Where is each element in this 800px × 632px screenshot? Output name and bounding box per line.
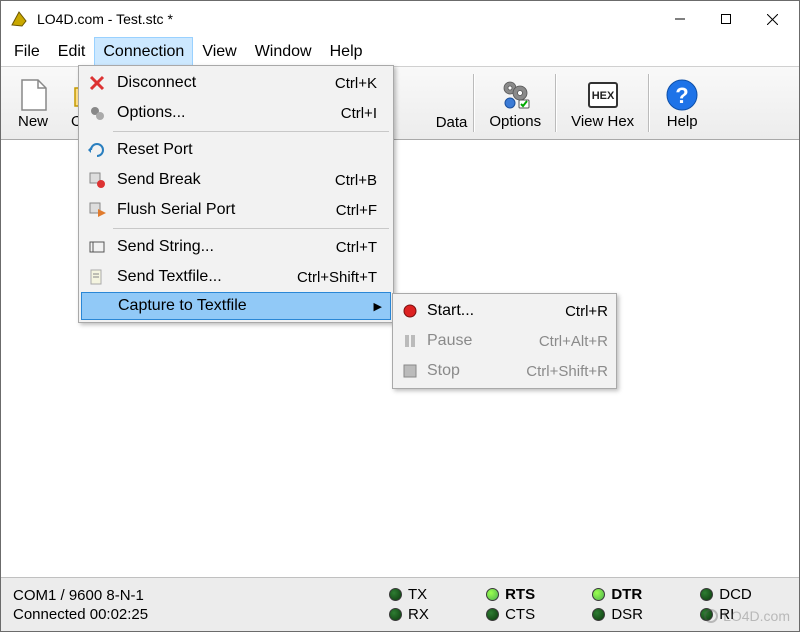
led-dcd: DCD [700,586,791,603]
led-indicator [389,608,402,621]
maximize-button[interactable] [703,4,749,34]
hex-icon: HEX [585,77,621,113]
led-tx: TX [389,586,468,603]
options-icon [85,101,109,125]
window-title: LO4D.com - Test.stc * [37,11,657,27]
menu-flush-port[interactable]: Flush Serial Port Ctrl+F [81,195,391,225]
toolbar-separator [473,74,475,132]
menu-connection[interactable]: Connection [94,37,193,66]
menu-edit[interactable]: Edit [49,37,95,66]
led-ri: RI [700,606,791,623]
led-indicator [486,588,499,601]
led-dtr[interactable]: DTR [592,586,682,603]
submenu-pause: Pause Ctrl+Alt+R [395,326,614,356]
toolbar-viewhex[interactable]: HEX View Hex [563,70,642,136]
led-indicator [700,588,713,601]
pause-icon [399,330,421,352]
toolbar-new[interactable]: New [7,70,59,136]
status-leds: TX RTS DTR DCD RX CTS DSR RI [389,586,791,623]
toolbar-help[interactable]: ? Help [656,70,708,136]
file-new-icon [15,77,51,113]
toolbar-help-label: Help [667,113,698,130]
submenu-stop: Stop Ctrl+Shift+R [395,356,614,386]
capture-submenu: Start... Ctrl+R Pause Ctrl+Alt+R Stop Ct… [392,293,617,389]
help-icon: ? [664,77,700,113]
menubar: File Edit Connection View Window Help [1,37,799,66]
stop-icon [399,360,421,382]
connection-dropdown: Disconnect Ctrl+K Options... Ctrl+I Rese… [78,65,394,323]
menu-separator [113,228,389,229]
minimize-button[interactable] [657,4,703,34]
send-string-icon [85,235,109,259]
led-rts[interactable]: RTS [486,586,574,603]
menu-send-string[interactable]: Send String... Ctrl+T [81,232,391,262]
led-indicator [700,608,713,621]
led-rx: RX [389,606,468,623]
toolbar-new-label: New [18,113,48,130]
submenu-start[interactable]: Start... Ctrl+R [395,296,614,326]
menu-send-textfile[interactable]: Send Textfile... Ctrl+Shift+T [81,262,391,292]
statusbar: COM1 / 9600 8-N-1 Connected 00:02:25 TX … [1,577,799,631]
reset-port-icon [85,138,109,162]
toolbar-data-label-peek: Data [436,114,468,131]
svg-text:HEX: HEX [591,90,614,102]
svg-text:?: ? [675,83,688,108]
status-connected-time: Connected 00:02:25 [13,606,389,623]
options-gears-icon [497,77,533,113]
menu-send-break[interactable]: Send Break Ctrl+B [81,165,391,195]
titlebar: LO4D.com - Test.stc * [1,1,799,37]
send-textfile-icon [85,265,109,289]
send-break-icon [85,168,109,192]
menu-help[interactable]: Help [321,37,372,66]
led-dsr: DSR [592,606,682,623]
menu-view[interactable]: View [193,37,245,66]
toolbar-options[interactable]: Options [481,70,549,136]
led-indicator [389,588,402,601]
flush-port-icon [85,198,109,222]
close-button[interactable] [749,4,795,34]
menu-separator [113,131,389,132]
menu-capture-to-textfile[interactable]: Capture to Textfile ▶ [81,292,391,320]
menu-options[interactable]: Options... Ctrl+I [81,98,391,128]
toolbar-options-label: Options [489,113,541,130]
toolbar-separator [648,74,650,132]
status-port-info: COM1 / 9600 8-N-1 [13,587,389,604]
disconnect-icon [85,71,109,95]
status-left: COM1 / 9600 8-N-1 Connected 00:02:25 [9,587,389,623]
toolbar-separator [555,74,557,132]
menu-disconnect[interactable]: Disconnect Ctrl+K [81,68,391,98]
blank-icon [86,294,110,318]
menu-reset-port[interactable]: Reset Port [81,135,391,165]
submenu-arrow-icon: ▶ [370,300,386,313]
led-indicator [592,608,605,621]
led-indicator [486,608,499,621]
toolbar-viewhex-label: View Hex [571,113,634,130]
menu-file[interactable]: File [5,37,49,66]
app-icon [9,9,29,29]
record-icon [399,300,421,322]
led-indicator [592,588,605,601]
led-cts: CTS [486,606,574,623]
window-controls [657,4,795,34]
menu-window[interactable]: Window [246,37,321,66]
